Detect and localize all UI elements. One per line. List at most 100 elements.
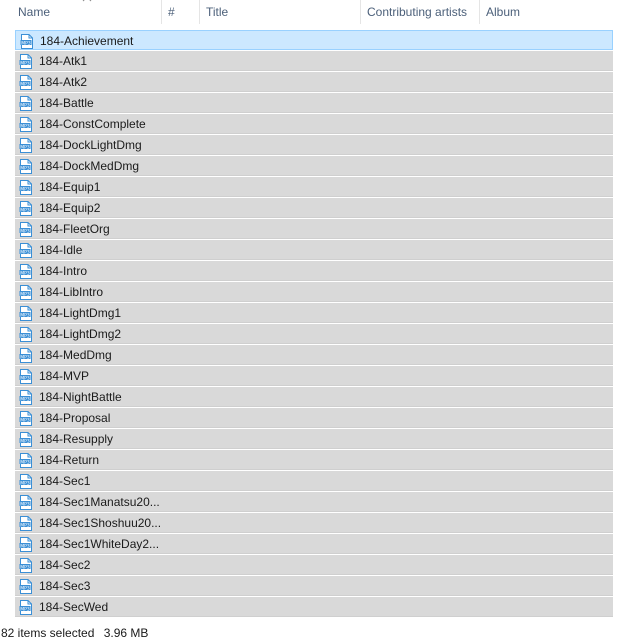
svg-text:MP3: MP3	[20, 312, 30, 318]
column-album-label: Album	[486, 5, 521, 19]
column-name-label: Name	[18, 5, 51, 19]
svg-text:MP3: MP3	[20, 396, 30, 402]
file-row[interactable]: MP3 184-Intro	[15, 261, 613, 281]
file-row[interactable]: MP3 184-LightDmg2	[15, 324, 613, 344]
column-title[interactable]: Title	[200, 0, 361, 24]
mp3-file-icon: MP3	[19, 75, 33, 90]
column-contributing-artists[interactable]: Contributing artists	[361, 0, 480, 24]
svg-text:MP3: MP3	[20, 81, 30, 87]
file-name: 184-Intro	[39, 264, 88, 278]
mp3-file-icon: MP3	[19, 54, 33, 69]
file-row[interactable]: MP3 184-Sec1WhiteDay2...	[15, 534, 613, 554]
svg-text:MP3: MP3	[20, 270, 30, 276]
file-name: 184-Atk2	[39, 75, 88, 89]
chevron-up-icon	[82, 0, 92, 4]
file-name: 184-Idle	[39, 243, 83, 257]
svg-text:MP3: MP3	[20, 480, 30, 486]
file-name: 184-Battle	[39, 96, 94, 110]
file-row[interactable]: MP3 184-MedDmg	[15, 345, 613, 365]
file-name: 184-MedDmg	[39, 348, 112, 362]
mp3-file-icon: MP3	[19, 180, 33, 195]
svg-text:MP3: MP3	[20, 333, 30, 339]
file-name: 184-SecWed	[39, 600, 109, 614]
file-name: 184-LightDmg2	[39, 327, 122, 341]
svg-text:MP3: MP3	[20, 102, 30, 108]
file-row[interactable]: MP3 184-LibIntro	[15, 282, 613, 302]
mp3-file-icon: MP3	[19, 474, 33, 489]
svg-text:MP3: MP3	[21, 40, 31, 46]
file-row[interactable]: MP3 184-Proposal	[15, 408, 613, 428]
file-row[interactable]: MP3 184-FleetOrg	[15, 219, 613, 239]
mp3-file-icon: MP3	[19, 453, 33, 468]
mp3-file-icon: MP3	[19, 516, 33, 531]
file-name: 184-DockMedDmg	[39, 159, 140, 173]
file-name: 184-Atk1	[39, 54, 88, 68]
file-row[interactable]: MP3 184-Sec1Manatsu20...	[15, 492, 613, 512]
svg-text:MP3: MP3	[20, 207, 30, 213]
file-name: 184-Return	[39, 453, 100, 467]
file-name: 184-Sec3	[39, 579, 91, 593]
file-name: 184-Sec1Manatsu20...	[39, 495, 160, 509]
mp3-file-icon: MP3	[19, 243, 33, 258]
column-number-label: #	[168, 5, 175, 19]
status-bar: 82 items selected 3.96 MB	[1, 624, 148, 642]
mp3-file-icon: MP3	[19, 579, 33, 594]
file-row[interactable]: MP3 184-Return	[15, 450, 613, 470]
mp3-file-icon: MP3	[19, 537, 33, 552]
svg-text:MP3: MP3	[20, 606, 30, 612]
file-row[interactable]: MP3 184-DockLightDmg	[15, 135, 613, 155]
mp3-file-icon: MP3	[19, 495, 33, 510]
file-row[interactable]: MP3 184-Equip2	[15, 198, 613, 218]
file-row[interactable]: MP3 184-SecWed	[15, 597, 613, 617]
file-name: 184-ConstComplete	[39, 117, 146, 131]
file-row[interactable]: MP3 184-Atk1	[15, 51, 613, 71]
mp3-file-icon: MP3	[19, 96, 33, 111]
svg-text:MP3: MP3	[20, 144, 30, 150]
file-row[interactable]: MP3 184-Achievement	[15, 30, 613, 50]
file-row[interactable]: MP3 184-Sec2	[15, 555, 613, 575]
file-row[interactable]: MP3 184-Sec3	[15, 576, 613, 596]
column-contributing-artists-label: Contributing artists	[367, 5, 468, 19]
file-row[interactable]: MP3 184-Sec1	[15, 471, 613, 491]
svg-text:MP3: MP3	[20, 501, 30, 507]
mp3-file-icon: MP3	[19, 390, 33, 405]
svg-text:MP3: MP3	[20, 543, 30, 549]
selection-size: 3.96 MB	[103, 626, 149, 640]
file-row[interactable]: MP3 184-LightDmg1	[15, 303, 613, 323]
mp3-file-icon: MP3	[19, 432, 33, 447]
mp3-file-icon: MP3	[19, 201, 33, 216]
svg-text:MP3: MP3	[20, 375, 30, 381]
file-row[interactable]: MP3 184-Resupply	[15, 429, 613, 449]
file-row[interactable]: MP3 184-Atk2	[15, 72, 613, 92]
file-row[interactable]: MP3 184-NightBattle	[15, 387, 613, 407]
column-title-label: Title	[206, 5, 229, 19]
file-name: 184-Sec1	[39, 474, 91, 488]
mp3-file-icon: MP3	[19, 558, 33, 573]
file-name: 184-Achievement	[40, 34, 134, 48]
column-number[interactable]: #	[162, 0, 200, 24]
svg-text:MP3: MP3	[20, 564, 30, 570]
column-album[interactable]: Album	[480, 0, 617, 24]
file-row[interactable]: MP3 184-Sec1Shoshuu20...	[15, 513, 613, 533]
file-list[interactable]: MP3 184-Achievement MP3 184-Atk1 MP3 184-Atk2…	[15, 30, 613, 620]
file-row[interactable]: MP3 184-DockMedDmg	[15, 156, 613, 176]
mp3-file-icon: MP3	[19, 411, 33, 426]
file-row[interactable]: MP3 184-Battle	[15, 93, 613, 113]
file-row[interactable]: MP3 184-ConstComplete	[15, 114, 613, 134]
mp3-file-icon: MP3	[19, 117, 33, 132]
svg-text:MP3: MP3	[20, 60, 30, 66]
file-name: 184-NightBattle	[39, 390, 122, 404]
mp3-file-icon: MP3	[19, 369, 33, 384]
mp3-file-icon: MP3	[19, 264, 33, 279]
svg-text:MP3: MP3	[20, 459, 30, 465]
file-row[interactable]: MP3 184-Idle	[15, 240, 613, 260]
svg-text:MP3: MP3	[20, 228, 30, 234]
file-row[interactable]: MP3 184-Equip1	[15, 177, 613, 197]
file-name: 184-MVP	[39, 369, 90, 383]
svg-text:MP3: MP3	[20, 417, 30, 423]
file-name: 184-DockLightDmg	[39, 138, 142, 152]
file-row[interactable]: MP3 184-MVP	[15, 366, 613, 386]
svg-text:MP3: MP3	[20, 123, 30, 129]
svg-text:MP3: MP3	[20, 522, 30, 528]
mp3-file-icon: MP3	[19, 285, 33, 300]
